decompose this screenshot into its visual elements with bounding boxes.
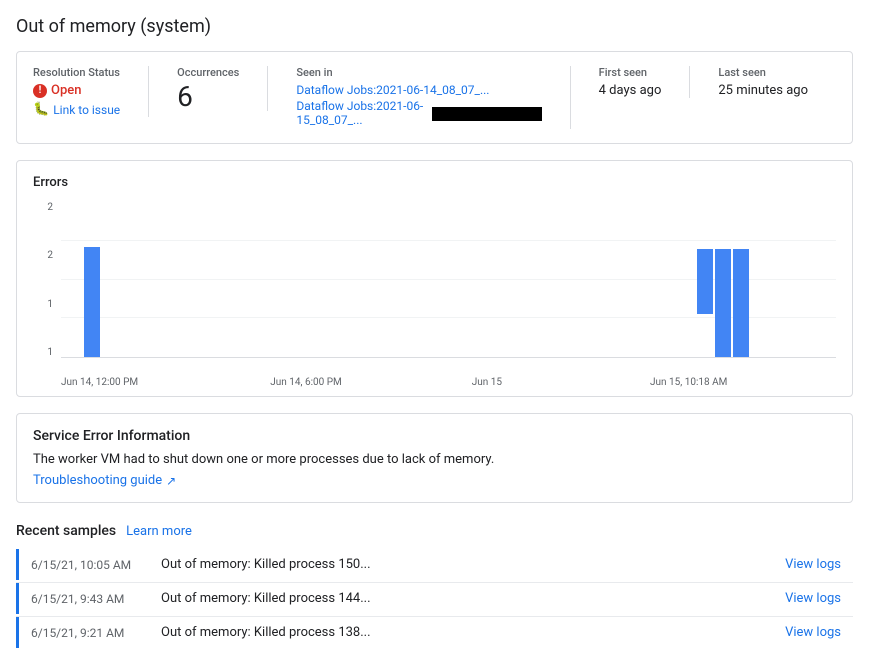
service-error-card: Service Error Information The worker VM … [16, 413, 853, 503]
grid-line-1 [61, 240, 836, 241]
bar-2b [715, 249, 731, 357]
resolution-label: Resolution Status [33, 66, 120, 79]
troubleshoot-link[interactable]: Troubleshooting guide ↗ [33, 473, 176, 488]
view-logs-2[interactable]: View logs [785, 591, 841, 606]
sample-time-1: 6/15/21, 10:05 AM [31, 558, 161, 572]
y-label-2: 1 [47, 299, 53, 310]
link-to-issue-label: Link to issue [53, 103, 120, 117]
status-row: ! Open [33, 83, 120, 98]
seen-in-section: Seen in Dataflow Jobs:2021-06-14_08_07_.… [296, 66, 570, 129]
page-title: Out of memory (system) [16, 16, 853, 37]
first-seen-value: 4 days ago [599, 83, 662, 98]
bar-2c [733, 249, 749, 357]
sample-time-3: 6/15/21, 9:21 AM [31, 626, 161, 640]
last-seen-label: Last seen [718, 66, 808, 79]
bar-group-2 [697, 249, 749, 357]
sample-row: 6/15/21, 10:05 AM Out of memory: Killed … [16, 549, 853, 580]
seen-in-link-2[interactable]: Dataflow Jobs:2021-06-15_08_07_... [296, 99, 428, 127]
y-label-4: 2 [47, 202, 53, 213]
sample-row: 6/15/21, 9:43 AM Out of memory: Killed p… [16, 583, 853, 614]
occurrences-section: Occurrences 6 [177, 66, 268, 111]
sample-text-2: Out of memory: Killed process 144... [161, 591, 785, 606]
y-label-3: 2 [47, 250, 53, 261]
seen-in-label: Seen in [296, 66, 541, 79]
info-card: Resolution Status ! Open 🐛 Link to issue… [16, 51, 853, 144]
occurrences-value: 6 [177, 83, 239, 111]
x-label-3: Jun 15 [472, 377, 502, 388]
sample-text-1: Out of memory: Killed process 150... [161, 557, 785, 572]
bar-2a [697, 249, 713, 314]
external-link-icon: ↗ [166, 474, 176, 488]
recent-samples-header: Recent samples Learn more [16, 523, 853, 539]
recent-samples-section: Recent samples Learn more 6/15/21, 10:05… [16, 523, 853, 648]
chart-area: 2 2 1 1 Jun 14, 12:00 PM [33, 202, 836, 382]
resolution-section: Resolution Status ! Open 🐛 Link to issue [33, 66, 149, 117]
link-to-issue-button[interactable]: 🐛 Link to issue [33, 102, 120, 117]
sample-time-2: 6/15/21, 9:43 AM [31, 592, 161, 606]
service-error-text: The worker VM had to shut down one or mo… [33, 452, 836, 467]
redacted-block [432, 107, 541, 121]
sample-row: 6/15/21, 9:21 AM Out of memory: Killed p… [16, 617, 853, 648]
y-label-1: 1 [47, 347, 53, 358]
chart-inner: Jun 14, 12:00 PM Jun 14, 6:00 PM Jun 15 … [61, 202, 836, 358]
y-axis: 2 2 1 1 [33, 202, 53, 358]
sample-text-3: Out of memory: Killed process 138... [161, 625, 785, 640]
chart-card: Errors 2 2 1 1 [16, 160, 853, 397]
last-seen-value: 25 minutes ago [718, 83, 808, 98]
seen-in-link-1[interactable]: Dataflow Jobs:2021-06-14_08_07_... [296, 83, 541, 97]
x-label-2: Jun 14, 6:00 PM [270, 377, 342, 388]
troubleshoot-label: Troubleshooting guide [33, 473, 162, 488]
x-label-1: Jun 14, 12:00 PM [61, 377, 138, 388]
x-label-4: Jun 15, 10:18 AM [650, 377, 727, 388]
bug-icon: 🐛 [33, 102, 49, 117]
view-logs-1[interactable]: View logs [785, 557, 841, 572]
last-seen-section: Last seen 25 minutes ago [718, 66, 836, 98]
recent-samples-title: Recent samples [16, 523, 116, 539]
first-seen-label: First seen [599, 66, 662, 79]
bar-group-1 [84, 247, 100, 357]
chart-title: Errors [33, 175, 836, 190]
occurrences-label: Occurrences [177, 66, 239, 79]
bar-1 [84, 247, 100, 357]
status-open-text: Open [51, 83, 81, 98]
learn-more-link[interactable]: Learn more [126, 524, 192, 539]
view-logs-3[interactable]: View logs [785, 625, 841, 640]
service-error-title: Service Error Information [33, 428, 836, 444]
first-seen-section: First seen 4 days ago [599, 66, 691, 98]
error-circle-icon: ! [33, 84, 47, 98]
